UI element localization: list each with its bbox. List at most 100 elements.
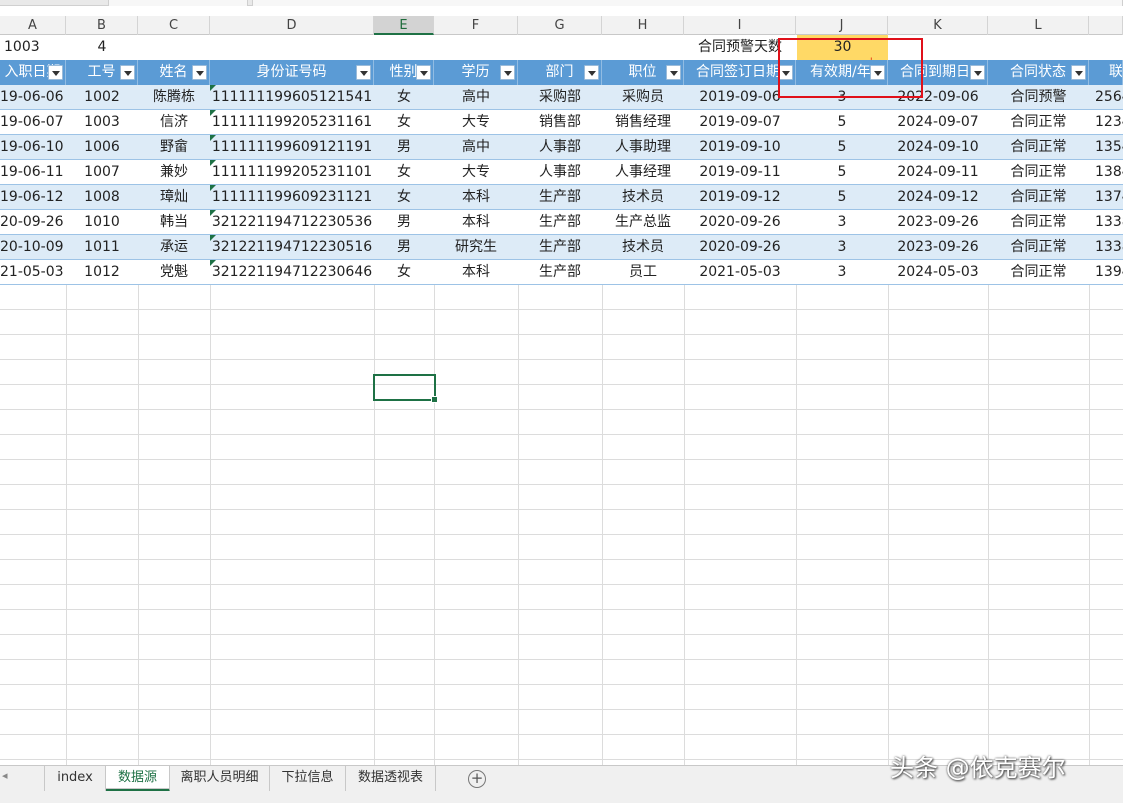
cell-id-number[interactable]: 321221194712230646 (210, 260, 374, 285)
cell-gender[interactable]: 男 (374, 235, 434, 260)
cell-employee-id[interactable]: 1007 (66, 160, 138, 185)
cell-contract-expiry[interactable]: 2024-09-12 (888, 185, 988, 210)
cell-contract-expiry[interactable]: 2024-05-03 (888, 260, 988, 285)
cell-validity-years[interactable]: 3 (796, 85, 888, 110)
cell-validity-years[interactable]: 5 (796, 110, 888, 135)
header-hire-date[interactable]: 入职日期 (0, 60, 66, 85)
cell-contract-expiry[interactable]: 2022-09-06 (888, 85, 988, 110)
sheet-tab-data-source[interactable]: 数据源 (106, 766, 170, 792)
selected-cell[interactable] (373, 374, 438, 403)
header-contract-status[interactable]: 合同状态 (988, 60, 1089, 85)
cell-a1[interactable]: 1003 (0, 35, 66, 60)
cell-validity-years[interactable]: 3 (796, 235, 888, 260)
cell-employee-id[interactable]: 1006 (66, 135, 138, 160)
cell-position[interactable]: 技术员 (602, 185, 684, 210)
cell-hire-date[interactable]: 20-10-09 (0, 235, 66, 260)
cell-contract-expiry[interactable]: 2023-09-26 (888, 210, 988, 235)
cell-education[interactable]: 本科 (434, 185, 518, 210)
cell-validity-years[interactable]: 3 (796, 260, 888, 285)
filter-dropdown-icon[interactable] (416, 65, 431, 80)
cell-contract-expiry[interactable]: 2023-09-26 (888, 235, 988, 260)
cell-name[interactable]: 党魁 (138, 260, 210, 285)
cell-hire-date[interactable]: 19-06-12 (0, 185, 66, 210)
cell-name[interactable]: 璋灿 (138, 185, 210, 210)
cell-contract-status[interactable]: 合同正常 (988, 260, 1089, 285)
filter-dropdown-icon[interactable] (1071, 65, 1086, 80)
header-department[interactable]: 部门 (518, 60, 602, 85)
column-header-k[interactable]: K (888, 16, 988, 35)
cell-contact[interactable]: 2564 (1089, 85, 1123, 110)
column-header-l[interactable]: L (988, 16, 1089, 35)
cell-position[interactable]: 技术员 (602, 235, 684, 260)
cell-department[interactable]: 人事部 (518, 135, 602, 160)
filter-dropdown-icon[interactable] (870, 65, 885, 80)
cell-education[interactable]: 大专 (434, 110, 518, 135)
cell-id-number[interactable]: 321221194712230536 (210, 210, 374, 235)
cell-contract-signed[interactable]: 2019-09-11 (684, 160, 796, 185)
cell-b1[interactable]: 4 (66, 35, 138, 60)
cell-department[interactable]: 采购部 (518, 85, 602, 110)
cell-position[interactable]: 人事助理 (602, 135, 684, 160)
cell-contract-signed[interactable]: 2019-09-06 (684, 85, 796, 110)
cell-name[interactable]: 信济 (138, 110, 210, 135)
cell-contract-expiry[interactable]: 2024-09-07 (888, 110, 988, 135)
cell-gender[interactable]: 女 (374, 110, 434, 135)
column-header-j[interactable]: J (796, 16, 888, 35)
cell-hire-date[interactable]: 19-06-11 (0, 160, 66, 185)
cell-validity-years[interactable]: 5 (796, 185, 888, 210)
add-sheet-button[interactable]: + (468, 770, 486, 788)
column-header-m[interactable] (1089, 16, 1123, 35)
cell-contact[interactable]: 1354 (1089, 135, 1123, 160)
cell-contact[interactable]: 1234 (1089, 110, 1123, 135)
filter-dropdown-icon[interactable] (356, 65, 371, 80)
sheet-tab-dropdown-info[interactable]: 下拉信息 (270, 766, 346, 792)
cell-contact[interactable]: 1394 (1089, 260, 1123, 285)
cell-contract-status[interactable]: 合同正常 (988, 185, 1089, 210)
cell-employee-id[interactable]: 1008 (66, 185, 138, 210)
sheet-tab-index[interactable]: index (44, 766, 106, 792)
cell-contact[interactable]: 1338 (1089, 235, 1123, 260)
cell-department[interactable]: 生产部 (518, 260, 602, 285)
cell-id-number[interactable]: 111111199609231121 (210, 185, 374, 210)
cell-contract-status[interactable]: 合同正常 (988, 135, 1089, 160)
cell-department[interactable]: 销售部 (518, 110, 602, 135)
header-contract-expiry[interactable]: 合同到期日 (888, 60, 988, 85)
cell-contract-status[interactable]: 合同正常 (988, 110, 1089, 135)
filter-dropdown-icon[interactable] (500, 65, 515, 80)
cell-contract-signed[interactable]: 2020-09-26 (684, 235, 796, 260)
cell-employee-id[interactable]: 1012 (66, 260, 138, 285)
cell-contract-signed[interactable]: 2020-09-26 (684, 210, 796, 235)
filter-dropdown-icon[interactable] (778, 65, 793, 80)
cell-contract-signed[interactable]: 2021-05-03 (684, 260, 796, 285)
header-validity-years[interactable]: 有效期/年 (796, 60, 888, 85)
cell-contract-status[interactable]: 合同正常 (988, 235, 1089, 260)
warning-days-label[interactable]: 合同预警天数 (684, 35, 796, 60)
filter-dropdown-icon[interactable] (192, 65, 207, 80)
column-header-i[interactable]: I (684, 16, 796, 35)
cell-gender[interactable]: 女 (374, 85, 434, 110)
cell-contract-status[interactable]: 合同正常 (988, 160, 1089, 185)
header-position[interactable]: 职位 (602, 60, 684, 85)
header-name[interactable]: 姓名 (138, 60, 210, 85)
filter-dropdown-icon[interactable] (584, 65, 599, 80)
warning-days-value[interactable]: 30 (797, 35, 888, 60)
filter-dropdown-icon[interactable] (970, 65, 985, 80)
cell-name[interactable]: 野畲 (138, 135, 210, 160)
cell-department[interactable]: 生产部 (518, 235, 602, 260)
cell-gender[interactable]: 女 (374, 185, 434, 210)
column-header-e[interactable]: E (374, 16, 434, 35)
cell-employee-id[interactable]: 1003 (66, 110, 138, 135)
cell-contract-signed[interactable]: 2019-09-07 (684, 110, 796, 135)
sheet-tab-pivot-table[interactable]: 数据透视表 (346, 766, 436, 792)
cell-contract-status[interactable]: 合同正常 (988, 210, 1089, 235)
cell-contract-expiry[interactable]: 2024-09-10 (888, 135, 988, 160)
cell-employee-id[interactable]: 1011 (66, 235, 138, 260)
cell-contact[interactable]: 1374 (1089, 185, 1123, 210)
cell-gender[interactable]: 女 (374, 260, 434, 285)
cell-id-number[interactable]: 321221194712230516 (210, 235, 374, 260)
cell-gender[interactable]: 男 (374, 135, 434, 160)
cell-gender[interactable]: 男 (374, 210, 434, 235)
cell-department[interactable]: 生产部 (518, 210, 602, 235)
header-contract-signed[interactable]: 合同签订日期 (684, 60, 796, 85)
cell-id-number[interactable]: 111111199205231101 (210, 160, 374, 185)
